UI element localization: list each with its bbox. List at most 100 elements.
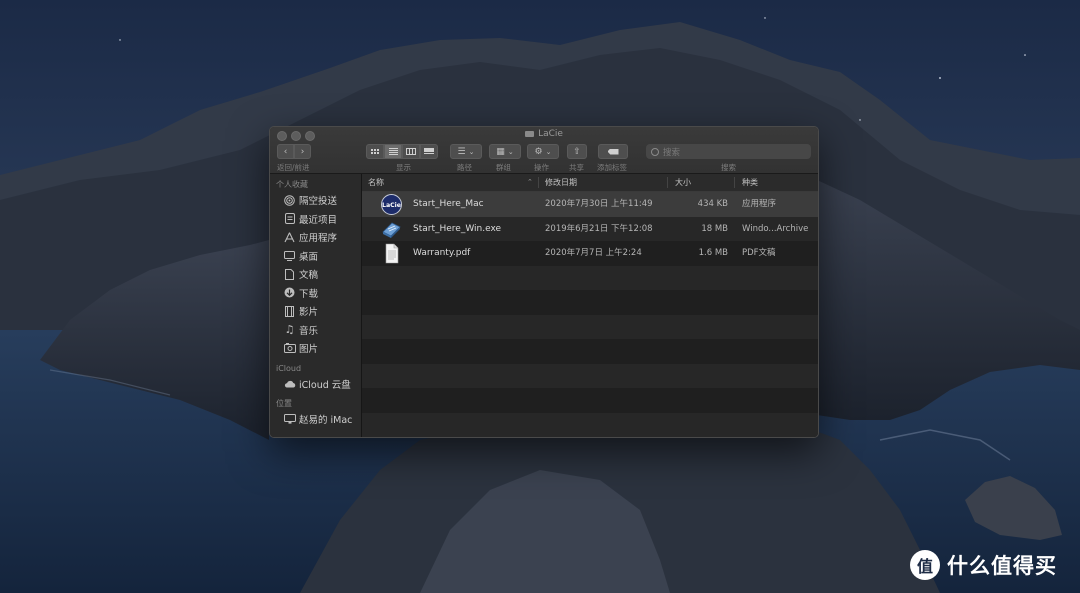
- cloud-icon: [283, 378, 296, 389]
- file-kind: PDF文稿: [742, 248, 776, 258]
- airdrop-icon: [283, 194, 296, 206]
- share-button[interactable]: ⇧: [567, 144, 587, 159]
- exe-archive-icon: [381, 219, 402, 240]
- watermark: 值 什么值得买: [910, 550, 1057, 580]
- search-icon: [651, 147, 659, 156]
- sidebar: 个人收藏 隔空投送 最近项目 应用程序 桌面 文稿 下载 影片 ♫ 音乐 图片 …: [270, 174, 362, 437]
- sidebar-item-applications[interactable]: 应用程序: [270, 228, 361, 247]
- back-button[interactable]: ‹: [277, 144, 294, 159]
- group-grid-icon: ▦: [496, 146, 505, 157]
- search-placeholder: 搜索: [663, 147, 681, 158]
- file-date: 2020年7月30日 上午11:49: [545, 199, 653, 209]
- file-date: 2019年6月21日 下午12:08: [545, 223, 653, 234]
- empty-row: [362, 388, 818, 413]
- columns-icon: [406, 148, 416, 155]
- sidebar-header-favorites: 个人收藏: [276, 180, 308, 189]
- action-button[interactable]: ⚙ ⌄: [527, 144, 559, 159]
- sidebar-item-label: 赵易的 iMac: [299, 415, 353, 427]
- downloads-icon: [283, 287, 296, 298]
- sidebar-item-downloads[interactable]: 下载: [270, 284, 361, 303]
- sidebar-item-label: 应用程序: [299, 233, 338, 245]
- sidebar-item-label: 桌面: [299, 251, 319, 263]
- path-list-icon: ☰: [457, 146, 466, 157]
- file-row[interactable]: Start_Here_Win.exe 2019年6月21日 下午12:08 18…: [362, 216, 818, 241]
- add-tag-button[interactable]: [598, 144, 628, 159]
- music-icon: ♫: [284, 323, 295, 337]
- view-mode-buttons: [366, 144, 438, 159]
- share-icon: ⇧: [573, 146, 581, 157]
- forward-button[interactable]: ›: [294, 144, 311, 159]
- file-size: 434 KB: [697, 199, 728, 209]
- empty-row: [362, 363, 818, 388]
- sidebar-item-label: 音乐: [299, 325, 319, 337]
- path-button[interactable]: ☰ ⌄: [450, 144, 482, 159]
- sidebar-item-icloud-drive[interactable]: iCloud 云盘: [270, 375, 361, 394]
- file-kind: 应用程序: [742, 199, 777, 209]
- documents-icon: [283, 268, 296, 280]
- chevron-down-icon: ⌄: [545, 147, 552, 156]
- action-label: 操作: [534, 163, 549, 172]
- nav-buttons: ‹ ›: [277, 144, 311, 159]
- file-date: 2020年7月7日 上午2:24: [545, 248, 642, 258]
- sidebar-item-recents[interactable]: 最近项目: [270, 210, 361, 229]
- sidebar-item-documents[interactable]: 文稿: [270, 265, 361, 284]
- sidebar-item-pictures[interactable]: 图片: [270, 339, 361, 358]
- sidebar-item-imac[interactable]: 赵易的 iMac: [270, 410, 361, 429]
- sort-ascending-icon[interactable]: ⌃: [527, 174, 533, 191]
- sidebar-item-airdrop[interactable]: 隔空投送: [270, 191, 361, 210]
- icon-view-button[interactable]: [366, 144, 384, 159]
- folder-icon: [525, 130, 535, 137]
- lacie-app-icon: LaCie: [381, 194, 402, 215]
- gallery-view-button[interactable]: [420, 144, 438, 159]
- column-header-kind[interactable]: 种类: [742, 174, 758, 191]
- path-control: ☰ ⌄: [450, 144, 482, 159]
- file-name: Warranty.pdf: [413, 248, 471, 258]
- window-title: LaCie: [538, 129, 563, 139]
- sidebar-item-movies[interactable]: 影片: [270, 302, 361, 321]
- sidebar-item-label: 最近项目: [299, 214, 338, 226]
- file-size: 18 MB: [701, 223, 728, 234]
- sidebar-item-label: iCloud 云盘: [299, 379, 351, 391]
- sidebar-item-label: 影片: [299, 307, 319, 319]
- file-list: 名称 ⌃ 修改日期 大小 种类 LaCie Start_Here_Mac 202…: [362, 174, 818, 437]
- sidebar-item-label: 隔空投送: [299, 196, 338, 208]
- chevron-right-icon: ›: [300, 146, 305, 157]
- share-control: ⇧: [567, 144, 587, 159]
- column-header-date[interactable]: 修改日期: [545, 174, 577, 191]
- tag-label: 添加标签: [597, 163, 627, 172]
- tag-control: [598, 144, 628, 159]
- view-label: 显示: [396, 163, 411, 172]
- file-row[interactable]: Warranty.pdf 2020年7月7日 上午2:24 1.6 MB PDF…: [362, 241, 818, 266]
- list-icon: [388, 148, 398, 155]
- column-header-name[interactable]: 名称: [368, 174, 384, 191]
- search-field[interactable]: 搜索: [646, 144, 811, 159]
- chevron-down-icon: ⌄: [468, 147, 475, 156]
- action-control: ⚙ ⌄: [527, 144, 559, 159]
- gear-icon: ⚙: [534, 146, 543, 157]
- nav-label: 返回/前进: [277, 163, 310, 172]
- window-toolbar: LaCie ‹ › 返回/前进 显示 ☰ ⌄ 路径 ▦ ⌄ 群组 ⚙ ⌄ 操作 …: [270, 127, 818, 174]
- list-view-button[interactable]: [384, 144, 402, 159]
- chevron-down-icon: ⌄: [507, 147, 514, 156]
- group-button[interactable]: ▦ ⌄: [489, 144, 521, 159]
- chevron-left-icon: ‹: [283, 146, 288, 157]
- share-label: 共享: [569, 163, 584, 172]
- sidebar-item-label: 下载: [299, 288, 319, 300]
- sidebar-item-desktop[interactable]: 桌面: [270, 247, 361, 266]
- path-label: 路径: [457, 163, 472, 172]
- pictures-icon: [283, 343, 296, 354]
- column-header-size[interactable]: 大小: [675, 174, 691, 191]
- file-kind: Windo...Archive: [742, 223, 809, 234]
- empty-row: [362, 314, 818, 339]
- sidebar-item-music[interactable]: ♫ 音乐: [270, 321, 361, 340]
- tag-icon: [607, 148, 619, 155]
- group-control: ▦ ⌄: [489, 144, 521, 159]
- watermark-text: 什么值得买: [947, 554, 1057, 578]
- file-row[interactable]: LaCie Start_Here_Mac 2020年7月30日 上午11:49 …: [362, 192, 818, 217]
- column-view-button[interactable]: [402, 144, 420, 159]
- icon-grid-icon: [371, 149, 379, 154]
- applications-icon: [283, 232, 296, 243]
- finder-window: LaCie ‹ › 返回/前进 显示 ☰ ⌄ 路径 ▦ ⌄ 群组 ⚙ ⌄ 操作 …: [269, 126, 819, 438]
- group-label: 群组: [496, 163, 511, 172]
- sidebar-header-locations: 位置: [276, 399, 292, 408]
